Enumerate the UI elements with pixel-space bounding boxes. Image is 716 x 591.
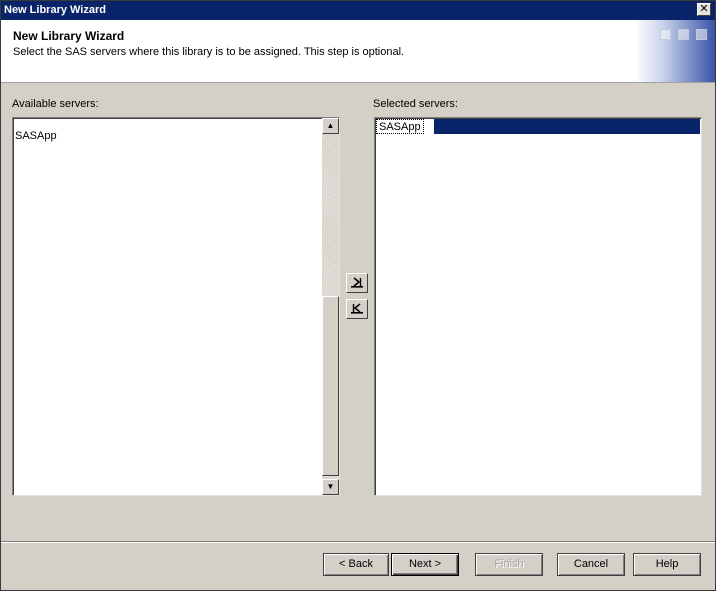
close-button[interactable]: ✕	[697, 3, 711, 16]
add-server-button[interactable]	[346, 273, 368, 293]
selected-servers-list[interactable]: SASApp	[374, 117, 702, 496]
footer-separator	[1, 541, 715, 543]
square-icon	[660, 29, 671, 40]
remove-server-button[interactable]	[346, 299, 368, 319]
wizard-window: New Library Wizard ✕ New Library Wizard …	[0, 0, 716, 591]
page-description: Select the SAS servers where this librar…	[13, 46, 405, 58]
available-scrollbar[interactable]: ▲ ▼	[322, 118, 339, 495]
wizard-header: New Library Wizard Select the SAS server…	[1, 20, 715, 83]
square-icon	[696, 29, 707, 40]
decorative-squares	[660, 29, 707, 40]
scroll-down-button[interactable]: ▼	[322, 479, 339, 495]
next-button[interactable]: Next >	[391, 553, 459, 576]
finish-button[interactable]: Finish	[475, 553, 543, 576]
close-icon: ✕	[699, 3, 709, 15]
help-button[interactable]: Help	[633, 553, 701, 576]
scroll-up-button[interactable]: ▲	[322, 118, 339, 134]
available-servers-list[interactable]: SASApp ▲ ▼	[12, 117, 340, 496]
cancel-button[interactable]: Cancel	[557, 553, 625, 576]
back-button[interactable]: < Back	[323, 553, 389, 576]
available-servers-label: Available servers:	[12, 98, 99, 110]
title-bar: New Library Wizard ✕	[1, 1, 715, 20]
list-item[interactable]: SASApp	[376, 119, 700, 134]
selected-item-label: SASApp	[376, 119, 424, 134]
square-icon	[678, 29, 689, 40]
list-item[interactable]: SASApp	[15, 128, 57, 144]
page-title: New Library Wizard	[13, 29, 125, 43]
move-left-icon	[351, 303, 363, 314]
selection-highlight	[434, 119, 700, 134]
scroll-thumb[interactable]	[322, 296, 339, 476]
selected-servers-label: Selected servers:	[373, 98, 458, 110]
window-title: New Library Wizard	[4, 4, 106, 16]
header-banner-graphic	[635, 20, 715, 82]
move-right-icon	[351, 277, 363, 288]
